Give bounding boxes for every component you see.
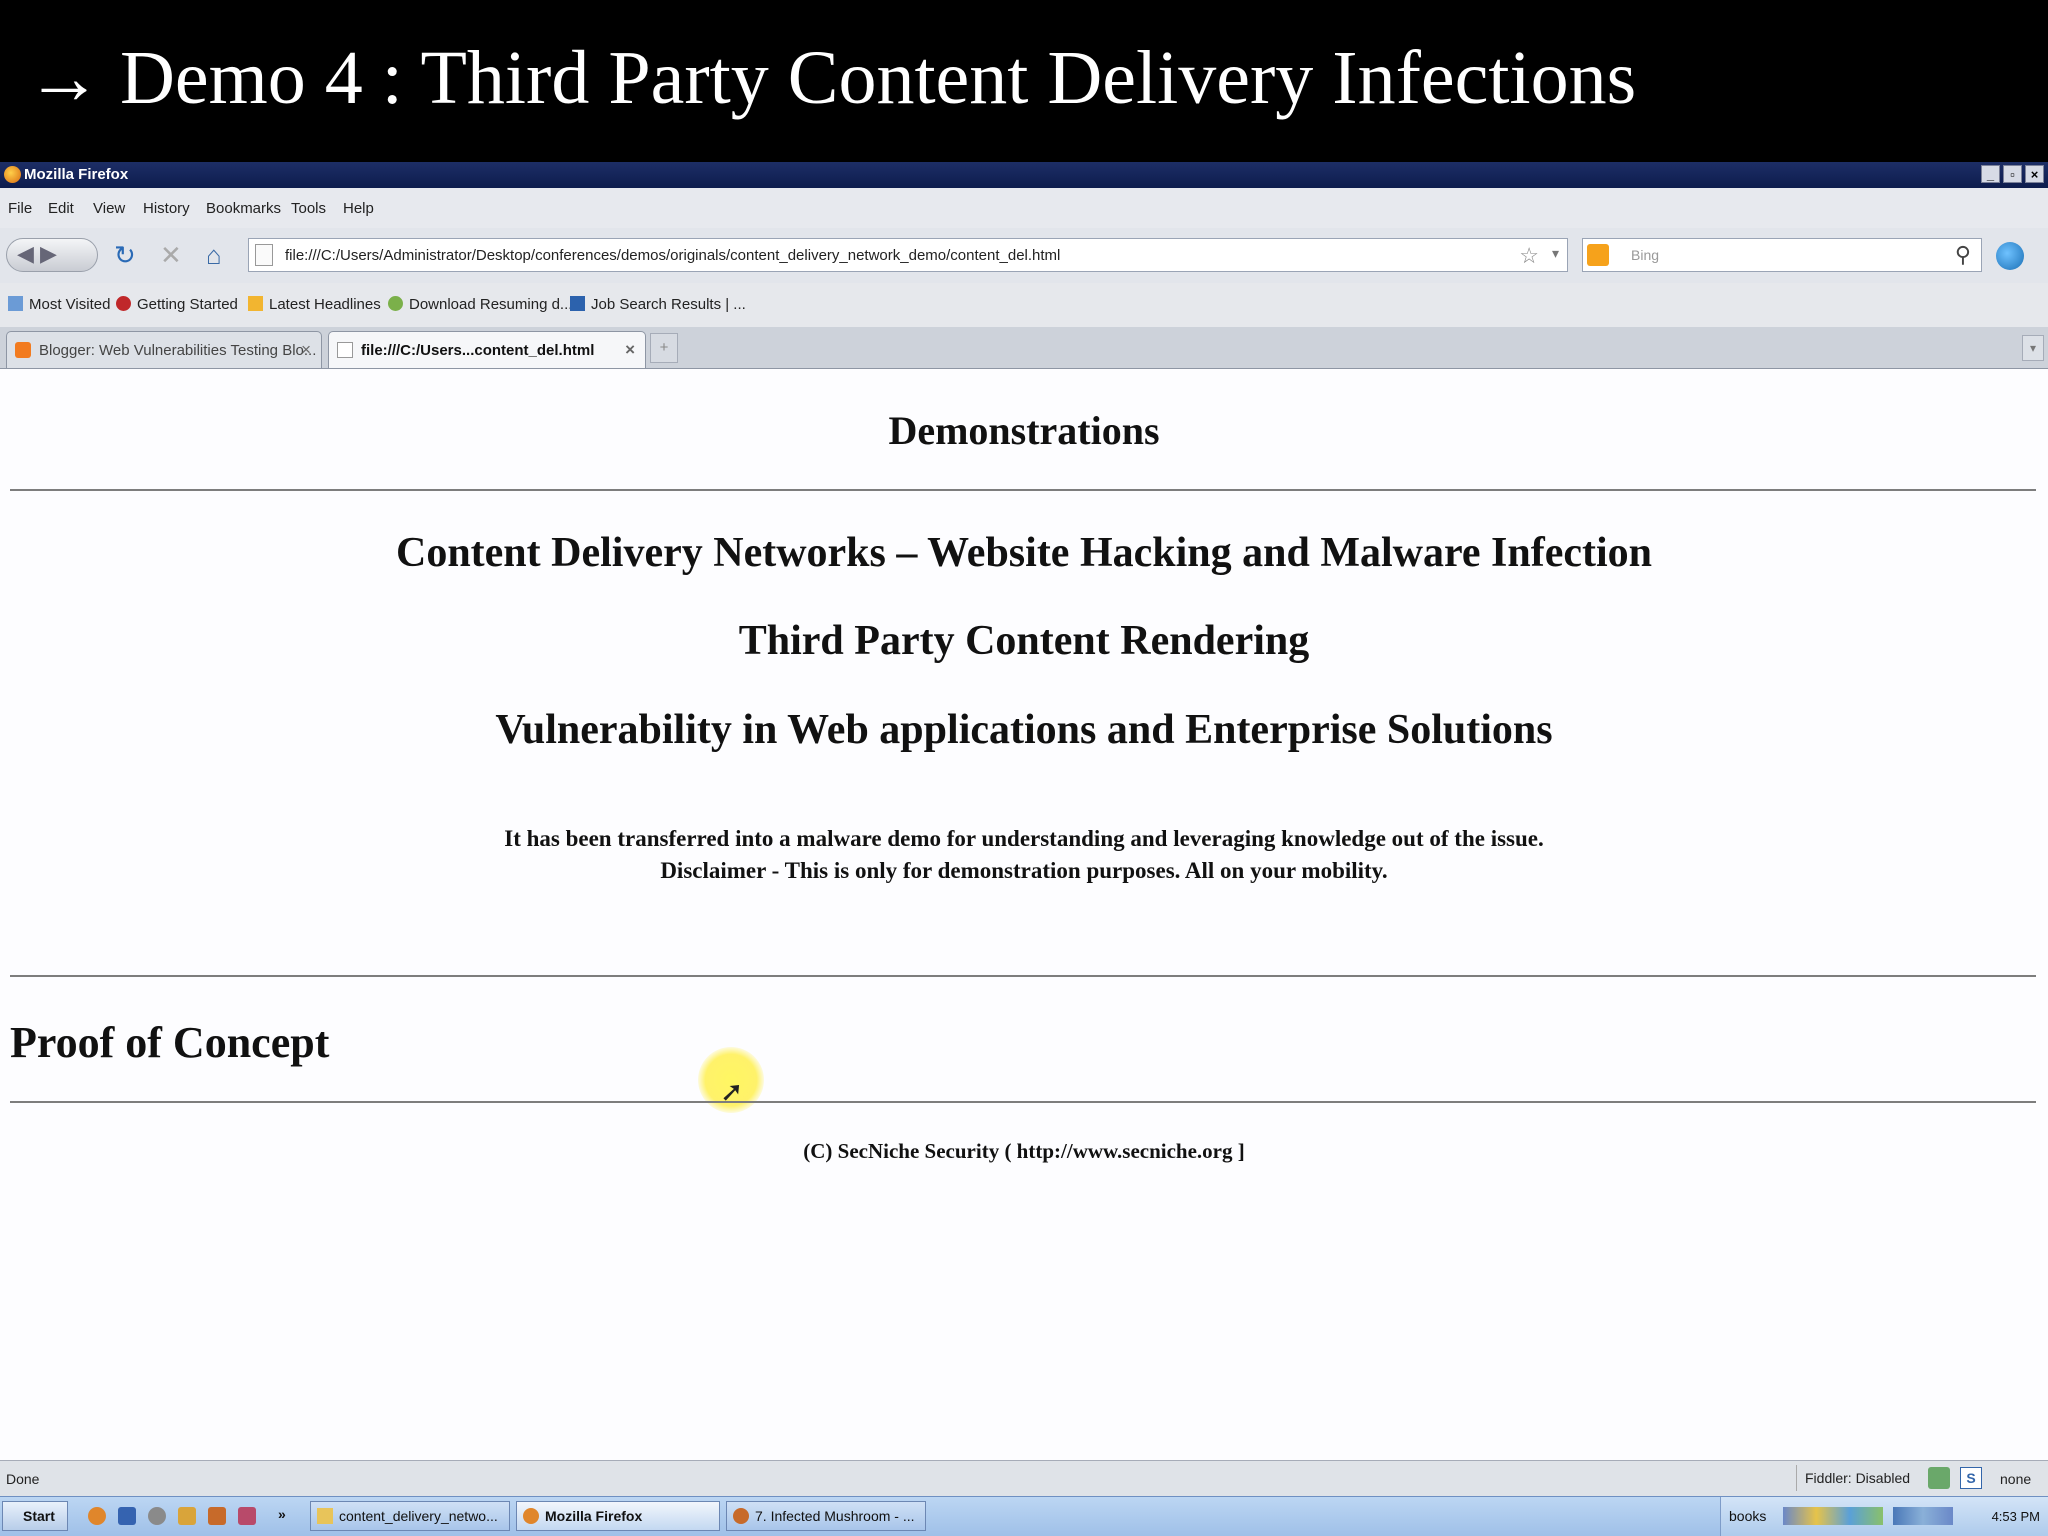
description-line: It has been transferred into a malware d… bbox=[504, 826, 1544, 851]
menu-edit[interactable]: Edit bbox=[48, 200, 74, 217]
disclaimer-line: Disclaimer - This is only for demonstrat… bbox=[660, 858, 1388, 883]
s-addon-icon[interactable]: S bbox=[1960, 1467, 1982, 1489]
mouse-pointer-icon: ➚ bbox=[720, 1077, 744, 1108]
quicklaunch-more-icon[interactable]: » bbox=[278, 1506, 286, 1522]
windows-taskbar: Start » content_delivery_netwo... Mozill… bbox=[0, 1496, 2048, 1536]
quicklaunch-misc-icon[interactable] bbox=[238, 1507, 256, 1525]
menu-history[interactable]: History bbox=[143, 200, 190, 217]
minimize-button[interactable]: _ bbox=[1981, 165, 2000, 183]
firefox-bookmark-icon bbox=[116, 296, 131, 311]
clock[interactable]: 4:53 PM bbox=[1992, 1509, 2040, 1524]
quicklaunch-tool-icon[interactable] bbox=[178, 1507, 196, 1525]
title-cdn: Content Delivery Networks – Website Hack… bbox=[395, 530, 1653, 576]
taskbar-item-media[interactable]: 7. Infected Mushroom - ... bbox=[726, 1501, 926, 1531]
navigation-toolbar: ◀ ▶ ↻ ✕ ⌂ file:///C:/Users/Administrator… bbox=[0, 228, 2048, 283]
quicklaunch-app-icon[interactable] bbox=[118, 1507, 136, 1525]
copyright-footer: (C) SecNiche Security ( http://www.secni… bbox=[803, 1139, 1245, 1163]
tab-label: file:///C:/Users...content_del.html bbox=[361, 342, 595, 359]
tray-toolbar-label[interactable]: books bbox=[1729, 1508, 1766, 1524]
tray-status-icons[interactable] bbox=[1893, 1507, 1953, 1525]
quicklaunch-chrome-icon[interactable] bbox=[148, 1507, 166, 1525]
tab-content-del[interactable]: file:///C:/Users...content_del.html × bbox=[328, 331, 646, 368]
job-search-icon bbox=[570, 296, 585, 311]
divider bbox=[10, 489, 2036, 491]
quicklaunch-media-icon[interactable] bbox=[208, 1507, 226, 1525]
bookmark-getting-started[interactable]: Getting Started bbox=[116, 296, 238, 313]
bookmark-download-resuming[interactable]: Download Resuming d... bbox=[388, 296, 572, 313]
page-heading: Demonstrations bbox=[888, 408, 1160, 453]
bookmark-icon bbox=[8, 296, 23, 311]
url-bar[interactable]: file:///C:/Users/Administrator/Desktop/c… bbox=[248, 238, 1568, 272]
firefox-icon bbox=[523, 1508, 539, 1524]
title-third-party: Third Party Content Rendering bbox=[738, 618, 1310, 664]
proof-of-concept-heading: Proof of Concept bbox=[10, 1018, 330, 1067]
tab-bar: Blogger: Web Vulnerabilities Testing Blo… bbox=[0, 327, 2048, 369]
search-icon[interactable]: ⚲ bbox=[1955, 242, 1971, 268]
page-icon bbox=[255, 244, 273, 266]
url-text: file:///C:/Users/Administrator/Desktop/c… bbox=[285, 247, 1061, 264]
tab-label: Blogger: Web Vulnerabilities Testing Blo… bbox=[39, 342, 317, 359]
quicklaunch-firefox-icon[interactable] bbox=[88, 1507, 106, 1525]
menu-bar: File Edit View History Bookmarks Tools H… bbox=[0, 188, 2048, 228]
addon-icon[interactable] bbox=[1996, 242, 2024, 270]
close-tab-icon[interactable]: × bbox=[625, 340, 635, 360]
slide-header: → Demo 4 : Third Party Content Delivery I… bbox=[0, 0, 2048, 162]
new-tab-button[interactable]: + bbox=[650, 333, 678, 363]
start-button[interactable]: Start bbox=[2, 1501, 68, 1531]
page-icon bbox=[337, 342, 353, 358]
tab-blogger[interactable]: Blogger: Web Vulnerabilities Testing Blo… bbox=[6, 331, 322, 368]
close-window-button[interactable]: × bbox=[2025, 165, 2044, 183]
menu-tools[interactable]: Tools bbox=[291, 200, 326, 217]
back-forward-button[interactable]: ◀ ▶ bbox=[6, 238, 98, 272]
title-vulnerability: Vulnerability in Web applications and En… bbox=[495, 707, 1553, 753]
media-player-icon bbox=[733, 1508, 749, 1524]
reload-icon[interactable]: ↻ bbox=[114, 240, 136, 270]
status-addon-icon[interactable] bbox=[1928, 1467, 1950, 1489]
fiddler-status[interactable]: Fiddler: Disabled bbox=[1796, 1465, 1918, 1491]
taskbar-item-folder[interactable]: content_delivery_netwo... bbox=[310, 1501, 510, 1531]
status-text: Done bbox=[6, 1471, 40, 1487]
stop-icon[interactable]: ✕ bbox=[160, 240, 182, 270]
rss-icon bbox=[248, 296, 263, 311]
status-bar: Done Fiddler: Disabled S none bbox=[0, 1460, 2048, 1496]
menu-bookmarks[interactable]: Bookmarks bbox=[206, 200, 281, 217]
bookmarks-toolbar: Most Visited Getting Started Latest Head… bbox=[0, 283, 2048, 327]
status-right-text: none bbox=[2000, 1471, 2032, 1487]
slide-title: → Demo 4 : Third Party Content Delivery I… bbox=[26, 40, 1636, 116]
search-input[interactable]: Bing ⚲ bbox=[1582, 238, 1982, 272]
firefox-icon bbox=[4, 166, 21, 183]
tab-list-button[interactable]: ▾ bbox=[2022, 335, 2044, 361]
taskbar-item-firefox[interactable]: Mozilla Firefox bbox=[516, 1501, 720, 1531]
bookmark-most-visited[interactable]: Most Visited bbox=[8, 296, 110, 313]
bookmark-job-search[interactable]: Job Search Results | ... bbox=[570, 296, 746, 313]
window-titlebar: Mozilla Firefox _ ▫ × bbox=[0, 162, 2048, 188]
search-engine-icon[interactable] bbox=[1587, 244, 1609, 266]
page-content: Demonstrations Content Delivery Networks… bbox=[0, 369, 2048, 1460]
bookmark-star-icon[interactable]: ☆ bbox=[1519, 243, 1539, 269]
divider bbox=[10, 975, 2036, 977]
menu-help[interactable]: Help bbox=[343, 200, 374, 217]
divider bbox=[10, 1101, 2036, 1103]
window-controls: _ ▫ × bbox=[1981, 165, 2044, 183]
menu-file[interactable]: File bbox=[8, 200, 32, 217]
blogger-icon bbox=[15, 342, 31, 358]
arrow-icon: → bbox=[26, 36, 102, 120]
menu-view[interactable]: View bbox=[93, 200, 125, 217]
home-icon[interactable]: ⌂ bbox=[206, 240, 222, 270]
close-tab-icon[interactable]: × bbox=[301, 340, 311, 360]
folder-icon bbox=[317, 1508, 333, 1524]
tray-icons[interactable] bbox=[1783, 1507, 1883, 1525]
url-dropdown-icon[interactable]: ▾ bbox=[1552, 245, 1559, 262]
window-title: Mozilla Firefox bbox=[24, 166, 129, 183]
search-placeholder: Bing bbox=[1631, 247, 1660, 263]
system-tray: books 4:53 PM bbox=[1720, 1497, 2048, 1536]
slide-title-text: Demo 4 : Third Party Content Delivery In… bbox=[120, 36, 1637, 120]
restore-button[interactable]: ▫ bbox=[2003, 165, 2022, 183]
download-icon bbox=[388, 296, 403, 311]
bookmark-latest-headlines[interactable]: Latest Headlines bbox=[248, 296, 381, 313]
